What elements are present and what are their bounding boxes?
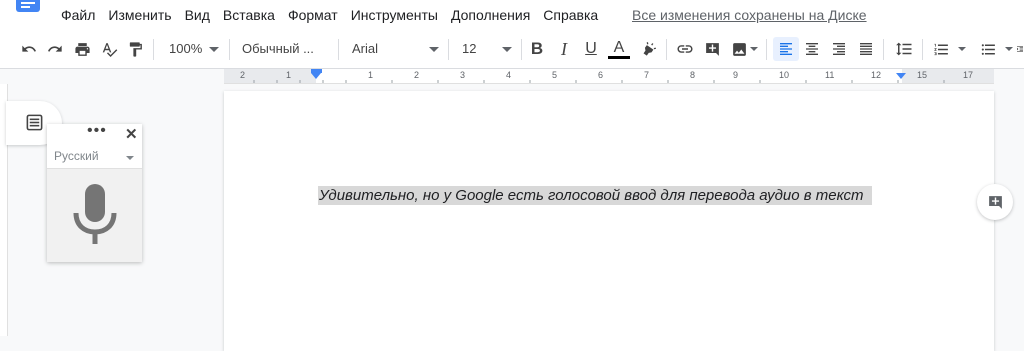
outline-icon xyxy=(26,114,43,131)
align-center-icon xyxy=(806,43,818,55)
voice-panel-header[interactable]: ••• ✕ xyxy=(47,122,142,146)
spellcheck-button[interactable] xyxy=(98,37,120,61)
font-size-caret-icon xyxy=(502,47,512,52)
microphone-icon[interactable] xyxy=(72,184,118,246)
align-center-button[interactable] xyxy=(801,37,823,61)
zoom-select[interactable]: 100% xyxy=(169,41,202,56)
indent-button[interactable] xyxy=(1016,37,1024,61)
insert-link-button[interactable] xyxy=(674,37,696,61)
undo-icon xyxy=(22,45,36,52)
indent-icon xyxy=(1017,46,1023,52)
text-color-icon: A xyxy=(613,38,625,56)
zoom-caret-icon xyxy=(209,47,219,52)
numbered-list-caret-icon xyxy=(957,47,966,51)
add-comment-icon xyxy=(988,195,1002,209)
add-comment-icon xyxy=(705,42,719,56)
line-spacing-icon xyxy=(896,42,912,56)
highlight-pen-icon xyxy=(643,42,656,56)
bulleted-list-button[interactable] xyxy=(976,37,1016,61)
horizontal-ruler[interactable]: 2 1 1 2 3 4 5 6 7 8 9 10 11 12 15 17 xyxy=(224,69,994,84)
separator xyxy=(766,39,767,60)
language-caret-icon xyxy=(126,156,134,160)
menu-addons[interactable]: Дополнения xyxy=(451,7,530,23)
menu-format[interactable]: Формат xyxy=(288,7,338,23)
highlight-color-button[interactable] xyxy=(638,37,660,61)
language-label: Русский xyxy=(54,149,99,163)
save-status-link[interactable]: Все изменения сохранены на Диске xyxy=(632,7,867,23)
insert-comment-button[interactable] xyxy=(701,37,723,61)
align-justify-icon xyxy=(860,43,872,55)
menu-insert[interactable]: Вставка xyxy=(223,7,275,23)
spellcheck-icon xyxy=(102,42,117,57)
text-color-button[interactable]: A xyxy=(607,37,631,61)
bulleted-list-icon xyxy=(981,43,995,55)
font-size-select[interactable]: 12 xyxy=(462,41,476,56)
more-options-icon[interactable]: ••• xyxy=(87,122,107,140)
separator xyxy=(666,39,667,60)
separator xyxy=(883,39,884,60)
ruler-ticks xyxy=(253,80,945,83)
font-caret-icon xyxy=(429,47,439,52)
align-justify-button[interactable] xyxy=(855,37,877,61)
add-comment-button[interactable] xyxy=(977,184,1013,220)
paragraph-style-select[interactable]: Обычный ... xyxy=(242,41,314,56)
paint-format-button[interactable] xyxy=(124,37,146,61)
redo-button[interactable] xyxy=(44,37,66,61)
separator xyxy=(922,39,923,60)
numbered-list-button[interactable] xyxy=(929,37,969,61)
image-caret-icon xyxy=(749,47,758,51)
menu-items: Файл Изменить Вид Вставка Формат Инструм… xyxy=(61,7,611,23)
undo-button[interactable] xyxy=(18,37,40,61)
menu-tools[interactable]: Инструменты xyxy=(351,7,438,23)
selected-document-text[interactable]: Удивительно, но у Google есть голосовой … xyxy=(318,186,872,205)
menu-view[interactable]: Вид xyxy=(185,7,210,23)
menu-bar: Файл Изменить Вид Вставка Формат Инструм… xyxy=(0,0,1024,31)
text-color-swatch xyxy=(608,55,630,59)
bulleted-list-caret-icon xyxy=(1004,47,1013,51)
image-icon xyxy=(732,42,746,56)
align-right-icon xyxy=(833,43,845,55)
print-button[interactable] xyxy=(71,37,93,61)
font-select[interactable]: Arial xyxy=(352,41,378,56)
italic-button[interactable]: I xyxy=(554,37,574,61)
separator xyxy=(521,39,522,60)
docs-logo-icon[interactable] xyxy=(16,0,40,12)
link-icon xyxy=(677,45,693,53)
separator xyxy=(338,39,339,60)
print-icon xyxy=(74,42,90,56)
bold-icon: B xyxy=(530,39,544,58)
align-left-icon xyxy=(780,43,792,55)
menu-edit[interactable]: Изменить xyxy=(108,7,171,23)
right-indent-marker-icon[interactable] xyxy=(896,73,906,79)
line-spacing-button[interactable] xyxy=(892,37,916,61)
redo-icon xyxy=(48,45,62,52)
separator xyxy=(229,39,230,60)
separator xyxy=(448,39,449,60)
close-icon[interactable]: ✕ xyxy=(125,125,138,143)
voice-typing-panel: ••• ✕ Русский xyxy=(47,122,142,262)
underline-button[interactable]: U xyxy=(581,37,601,61)
align-right-button[interactable] xyxy=(828,37,850,61)
italic-icon: I xyxy=(561,38,567,59)
document-page[interactable] xyxy=(224,91,994,351)
language-select[interactable]: Русский xyxy=(47,146,142,169)
insert-image-button[interactable] xyxy=(728,37,760,61)
separator xyxy=(153,39,154,60)
bold-button[interactable]: B xyxy=(527,37,547,61)
numbered-list-icon xyxy=(933,43,948,55)
toolbar: 100% Обычный ... Arial 12 B I U A xyxy=(0,31,1024,69)
menu-help[interactable]: Справка xyxy=(543,7,598,23)
left-indent-marker-icon[interactable] xyxy=(311,73,321,79)
paint-format-icon xyxy=(129,41,142,57)
underline-icon: U xyxy=(585,40,597,57)
align-left-button[interactable] xyxy=(773,37,799,61)
menu-file[interactable]: Файл xyxy=(61,7,95,23)
